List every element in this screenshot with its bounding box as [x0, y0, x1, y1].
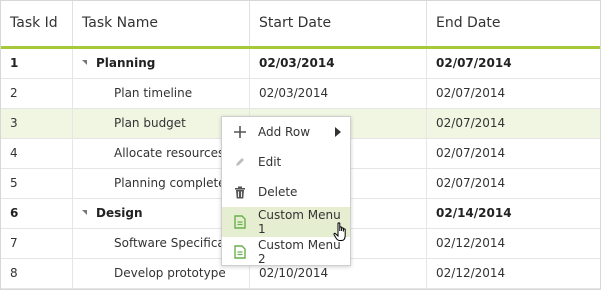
menu-item-custom-menu-2[interactable]: Custom Menu 2 — [222, 237, 350, 267]
task-name: Design — [96, 206, 143, 220]
end-date-cell: 02/07/2014 — [436, 56, 512, 70]
task-id-cell: 3 — [1, 109, 73, 138]
start-date-cell: 02/03/2014 — [250, 79, 427, 108]
pencil-icon — [222, 156, 258, 168]
end-date-cell: 02/07/2014 — [436, 146, 506, 160]
column-header-end-date[interactable]: End Date — [427, 1, 600, 46]
menu-item-add-row[interactable]: Add Row — [222, 117, 350, 147]
task-id-cell: 2 — [1, 79, 73, 108]
task-id-cell: 6 — [1, 199, 73, 228]
context-menu: Add Row Edit Delete Custom Menu 1 Custom… — [221, 116, 351, 266]
trash-icon — [222, 186, 258, 199]
table-row[interactable]: 2 Plan timeline 02/03/2014 02/07/2014 — [1, 79, 600, 109]
task-id-cell: 8 — [1, 259, 73, 288]
menu-item-delete[interactable]: Delete — [222, 177, 350, 207]
submenu-arrow-icon — [335, 127, 341, 137]
hand-cursor-icon — [333, 222, 351, 248]
column-header-task-id[interactable]: Task Id — [1, 1, 73, 46]
table-row[interactable]: 1 Planning 02/03/2014 02/07/2014 — [1, 49, 600, 79]
document-icon — [222, 245, 258, 259]
menu-item-edit[interactable]: Edit — [222, 147, 350, 177]
task-id-cell: 1 — [1, 49, 73, 78]
end-date-cell: 02/07/2014 — [436, 116, 506, 130]
collapse-caret-icon[interactable] — [82, 210, 87, 215]
task-id-cell: 5 — [1, 169, 73, 198]
start-date-cell: 02/03/2014 — [250, 49, 427, 78]
task-id-cell: 7 — [1, 229, 73, 258]
end-date-cell: 02/14/2014 — [436, 206, 512, 220]
plus-icon — [222, 126, 258, 138]
grid-header: Task Id Task Name Start Date End Date — [1, 1, 600, 49]
menu-item-custom-menu-1[interactable]: Custom Menu 1 — [222, 207, 350, 237]
end-date-cell: 02/07/2014 — [436, 86, 506, 100]
column-header-start-date[interactable]: Start Date — [250, 1, 427, 46]
document-icon — [222, 215, 258, 229]
menu-item-label: Edit — [258, 155, 282, 169]
task-id-cell: 4 — [1, 139, 73, 168]
end-date-cell: 02/12/2014 — [436, 266, 506, 280]
task-name: Planning — [96, 56, 156, 70]
menu-item-label: Delete — [258, 185, 298, 199]
task-name-cell: Plan timeline — [73, 79, 250, 108]
end-date-cell: 02/12/2014 — [436, 236, 506, 250]
task-name-cell: Planning — [73, 49, 250, 78]
column-header-task-name[interactable]: Task Name — [73, 1, 250, 46]
collapse-caret-icon[interactable] — [82, 60, 87, 65]
end-date-cell: 02/07/2014 — [436, 176, 506, 190]
